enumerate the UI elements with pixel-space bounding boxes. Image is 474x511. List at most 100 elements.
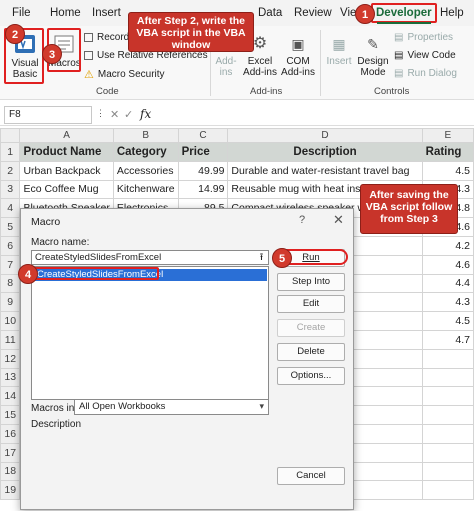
cell[interactable]: [421, 461, 474, 482]
run-dialog-button[interactable]: ▤ Run Dialog: [394, 68, 457, 79]
cell[interactable]: [421, 348, 474, 369]
row-header[interactable]: 12: [0, 348, 21, 369]
close-icon[interactable]: ✕: [333, 212, 344, 228]
step2-callout: After Step 2, write the VBA script in th…: [128, 12, 254, 52]
column-header[interactable]: A: [19, 128, 114, 143]
relative-ref-icon: [84, 51, 93, 60]
row-header[interactable]: 5: [0, 217, 21, 237]
cell[interactable]: 49.99: [177, 160, 229, 181]
tab-insert[interactable]: Insert: [92, 0, 121, 26]
view-code-button[interactable]: ▤ View Code: [394, 50, 456, 61]
insert-control-button[interactable]: ▦ Insert: [324, 32, 354, 67]
table-header-cell[interactable]: Product Name: [19, 142, 114, 162]
row-header[interactable]: 1: [0, 142, 21, 162]
cell[interactable]: Urban Backpack: [19, 160, 114, 181]
cell[interactable]: [421, 367, 474, 388]
row-header[interactable]: 2: [0, 160, 21, 181]
cell[interactable]: [421, 423, 474, 444]
macro-security-button[interactable]: ⚠ Macro Security: [84, 68, 165, 81]
cancel-formula-icon[interactable]: ✕: [110, 108, 119, 121]
cell[interactable]: Eco Coffee Mug: [19, 179, 114, 200]
design-mode-button[interactable]: ✎ Design Mode: [356, 32, 390, 78]
create-button[interactable]: Create: [277, 319, 345, 337]
delete-button[interactable]: Delete: [277, 343, 345, 361]
addins-label: Add-ins: [215, 56, 237, 78]
tab-file[interactable]: File: [12, 0, 31, 26]
cell[interactable]: [421, 405, 474, 425]
enter-formula-icon[interactable]: ✓: [124, 108, 133, 121]
cell[interactable]: [421, 386, 474, 407]
row-header[interactable]: 19: [0, 480, 21, 501]
namebox-dropdown-icon[interactable]: ⋮: [96, 108, 105, 119]
toolbox-icon: ▦: [332, 36, 346, 52]
cell[interactable]: [421, 442, 474, 463]
macros-in-select[interactable]: All Open Workbooks ▾: [74, 399, 269, 415]
row-header[interactable]: 6: [0, 235, 21, 256]
upload-arrow-icon[interactable]: ⭱: [255, 251, 268, 264]
design-mode-label: Design Mode: [357, 56, 389, 78]
macro-list[interactable]: CreateStyledSlidesFromExcel: [31, 266, 269, 400]
tab-developer[interactable]: Developer: [371, 3, 437, 24]
cell[interactable]: Kitchenware: [112, 179, 179, 200]
name-box[interactable]: F8: [4, 106, 92, 124]
table-header-cell[interactable]: Rating: [421, 142, 474, 162]
cell[interactable]: Accessories: [112, 160, 179, 181]
row-header[interactable]: 18: [0, 461, 21, 482]
select-all-corner[interactable]: [0, 128, 21, 143]
cell[interactable]: 4.2: [421, 235, 474, 256]
row-header[interactable]: 16: [0, 423, 21, 444]
cell[interactable]: 14.99: [177, 179, 229, 200]
delete-label: Delete: [297, 346, 325, 357]
row-header[interactable]: 3: [0, 179, 21, 200]
table-header-cell[interactable]: Price: [177, 142, 229, 162]
row-header[interactable]: 17: [0, 442, 21, 463]
column-header[interactable]: B: [112, 128, 179, 143]
help-icon[interactable]: ?: [299, 214, 305, 226]
cell[interactable]: 4.6: [421, 254, 474, 275]
insert-control-label: Insert: [326, 56, 352, 67]
cell[interactable]: 4.7: [421, 329, 474, 350]
cell[interactable]: Durable and water-resistant travel bag: [227, 160, 423, 181]
tab-view[interactable]: Vie: [340, 0, 356, 26]
com-icon: ▣: [291, 36, 305, 52]
tab-help[interactable]: Help: [440, 0, 464, 26]
cell[interactable]: 4.5: [421, 160, 474, 181]
row-header[interactable]: 7: [0, 254, 21, 275]
properties-button[interactable]: ▤ Properties: [394, 32, 453, 43]
fx-icon[interactable]: fx: [140, 107, 151, 121]
row-header[interactable]: 13: [0, 367, 21, 388]
row-header[interactable]: 4: [0, 198, 21, 219]
column-header[interactable]: D: [227, 128, 423, 143]
row-header[interactable]: 10: [0, 311, 21, 331]
code-group-label: Code: [96, 86, 119, 97]
cancel-button[interactable]: Cancel: [277, 467, 345, 485]
table-header-cell[interactable]: Description: [227, 142, 423, 162]
row-header[interactable]: 14: [0, 386, 21, 407]
macro-name-input[interactable]: CreateStyledSlidesFromExcel: [31, 250, 269, 265]
cell[interactable]: 4.5: [421, 311, 474, 331]
edit-button[interactable]: Edit: [277, 295, 345, 313]
tab-home[interactable]: Home: [50, 0, 81, 26]
row-header[interactable]: 8: [0, 273, 21, 294]
column-header[interactable]: C: [177, 128, 229, 143]
macros-in-label: Macros in:: [31, 403, 78, 414]
options-button[interactable]: Options...: [277, 367, 345, 385]
step-into-button[interactable]: Step Into: [277, 273, 345, 291]
tab-data[interactable]: Data: [258, 0, 282, 26]
column-header[interactable]: E: [421, 128, 474, 143]
tab-review[interactable]: Review: [294, 0, 332, 26]
cell[interactable]: [421, 480, 474, 501]
table-row: 2 Urban Backpack Accessories 49.99 Durable a…: [0, 160, 474, 181]
record-icon: [84, 33, 93, 42]
options-label: Options...: [290, 370, 332, 381]
cell[interactable]: 4.3: [421, 292, 474, 313]
run-dialog-icon: ▤: [394, 68, 404, 79]
row-header[interactable]: 11: [0, 329, 21, 350]
table-header-cell[interactable]: Category: [112, 142, 179, 162]
row-header[interactable]: 15: [0, 405, 21, 425]
formula-bar: F8 ⋮ ✕ ✓ fx: [0, 104, 474, 126]
cancel-label: Cancel: [296, 470, 326, 481]
cell[interactable]: 4.4: [421, 273, 474, 294]
row-header[interactable]: 9: [0, 292, 21, 313]
com-addins-button[interactable]: ▣ COM Add-ins: [280, 32, 316, 78]
